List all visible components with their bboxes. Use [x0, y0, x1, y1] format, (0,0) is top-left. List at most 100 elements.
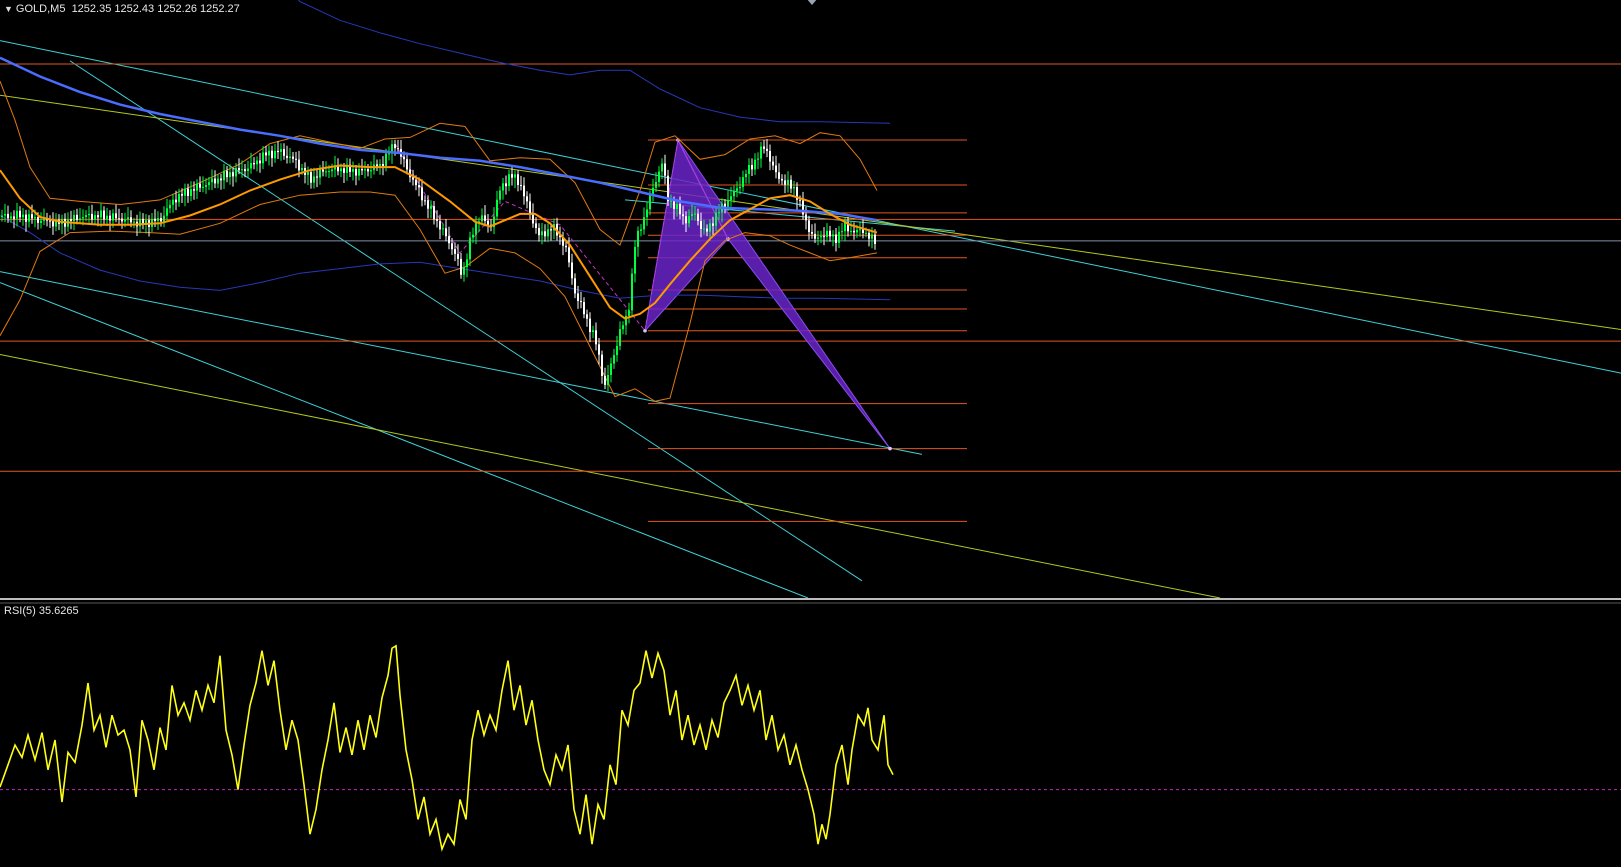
candle-body: [454, 249, 456, 254]
candle-body: [361, 169, 363, 171]
candle-body: [820, 236, 822, 238]
candle-body: [316, 176, 318, 178]
candle-body: [631, 273, 633, 311]
candle-body: [628, 310, 630, 316]
candle-body: [160, 218, 162, 222]
candle-body: [778, 172, 780, 179]
candle-body: [787, 179, 789, 185]
candle-body: [88, 213, 90, 216]
candle-body: [238, 167, 240, 171]
candle-body: [832, 234, 834, 237]
candle-body: [706, 228, 708, 232]
dropdown-triangle-icon[interactable]: ▼: [4, 4, 13, 14]
candle-body: [487, 220, 489, 225]
candle-body: [688, 216, 690, 224]
candle-body: [619, 329, 621, 346]
candle-body: [598, 344, 600, 355]
candle-body: [757, 158, 759, 160]
candle-body: [736, 188, 738, 191]
chart-header: ▼ GOLD,M5 1252.35 1252.43 1252.26 1252.27: [4, 3, 240, 15]
candle-body: [508, 174, 510, 187]
candle-body: [133, 221, 135, 223]
candle-body: [739, 186, 741, 189]
candle-body: [214, 178, 216, 184]
candle-body: [784, 180, 786, 185]
candle-body: [190, 189, 192, 196]
candle-body: [445, 228, 447, 237]
candle-body: [298, 159, 300, 171]
candle-body: [436, 219, 438, 221]
candle-body: [325, 171, 327, 173]
candle-body: [229, 172, 231, 178]
candle-body: [283, 149, 285, 156]
candle-body: [175, 199, 177, 203]
candle-body: [169, 204, 171, 209]
candle-body: [775, 165, 777, 173]
candle-body: [79, 218, 81, 221]
candle-body: [301, 168, 303, 171]
candle-body: [763, 146, 765, 149]
candle-body: [421, 187, 423, 201]
candle-body: [760, 146, 762, 159]
candle-body: [823, 236, 825, 238]
candle-body: [520, 185, 522, 186]
candle-body: [583, 302, 585, 315]
candle-body: [640, 229, 642, 231]
candle-body: [274, 150, 276, 159]
candle-body: [499, 190, 501, 200]
candle-body: [187, 188, 189, 196]
candle-body: [250, 163, 252, 169]
candle-body: [859, 229, 861, 231]
candle-body: [94, 215, 96, 220]
candle-body: [193, 189, 195, 191]
candle-body: [220, 178, 222, 181]
candle-body: [115, 213, 117, 219]
candle-body: [331, 169, 333, 172]
candle-body: [550, 229, 552, 231]
candle-body: [781, 178, 783, 181]
candle-body: [745, 174, 747, 178]
candle-body: [769, 151, 771, 162]
trading-chart[interactable]: ▼ GOLD,M5 1252.35 1252.43 1252.26 1252.27…: [0, 0, 1621, 867]
candle-body: [463, 266, 465, 275]
rsi-chart[interactable]: [0, 598, 1621, 867]
candle-body: [709, 223, 711, 232]
price-chart-background: [0, 0, 1621, 598]
candle-body: [226, 170, 228, 178]
candle-body: [205, 185, 207, 187]
candle-body: [724, 203, 726, 207]
candle-body: [505, 183, 507, 187]
candle-body: [295, 158, 297, 160]
candle-body: [31, 214, 33, 219]
candle-body: [433, 206, 435, 220]
candle-body: [223, 170, 225, 181]
candle-body: [754, 159, 756, 170]
candle-body: [280, 149, 282, 152]
candle-body: [352, 169, 354, 172]
candle-body: [838, 231, 840, 243]
candle-body: [85, 215, 87, 218]
price-chart[interactable]: [0, 0, 1621, 598]
candle-body: [184, 188, 186, 196]
candle-body: [514, 174, 516, 178]
candle-body: [634, 246, 636, 274]
candle-body: [742, 177, 744, 187]
candle-body: [196, 183, 198, 191]
shift-marker-icon[interactable]: [806, 0, 818, 5]
candle-body: [343, 168, 345, 173]
candle-body: [484, 215, 486, 221]
candle-body: [118, 218, 120, 220]
candle-body: [613, 355, 615, 364]
candle-body: [538, 228, 540, 236]
candle-body: [682, 214, 684, 217]
candle-body: [853, 230, 855, 233]
candle-body: [679, 204, 681, 215]
candle-body: [811, 232, 813, 234]
candle-body: [16, 210, 18, 219]
candle-body: [595, 330, 597, 345]
rsi-chart-background: [0, 598, 1621, 867]
candle-body: [871, 234, 873, 239]
candle-body: [49, 220, 51, 222]
candle-body: [313, 176, 315, 183]
candle-body: [340, 168, 342, 172]
